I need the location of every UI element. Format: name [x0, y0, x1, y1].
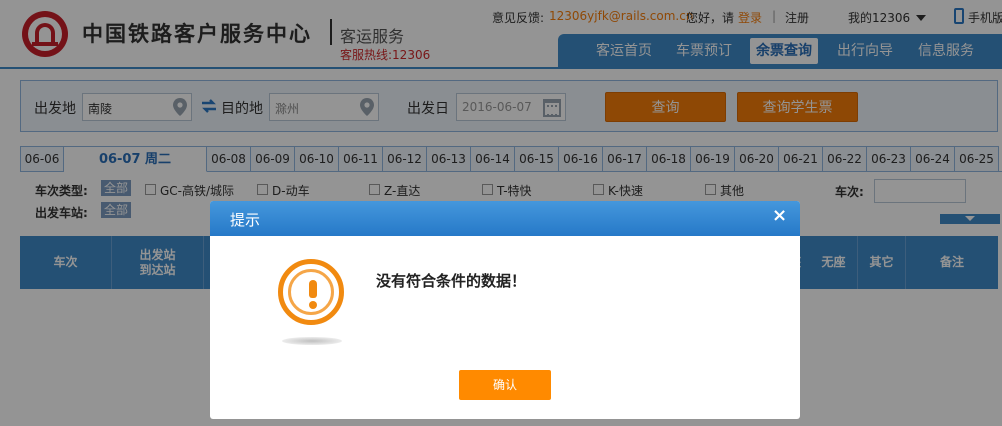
- warning-icon: [278, 259, 344, 325]
- dialog-header: 提示 ×: [210, 201, 800, 236]
- dialog-title: 提示: [230, 211, 261, 229]
- close-icon[interactable]: ×: [772, 205, 787, 226]
- alert-dialog: 提示 × 没有符合条件的数据！ 确认: [210, 201, 800, 419]
- confirm-button[interactable]: 确认: [459, 370, 551, 400]
- warning-icon-shadow: [282, 337, 342, 345]
- dialog-message: 没有符合条件的数据！: [376, 272, 527, 290]
- page: 中国铁路客户服务中心 客运服务 客服热线:12306 意见反馈: 12306yj…: [0, 0, 1002, 426]
